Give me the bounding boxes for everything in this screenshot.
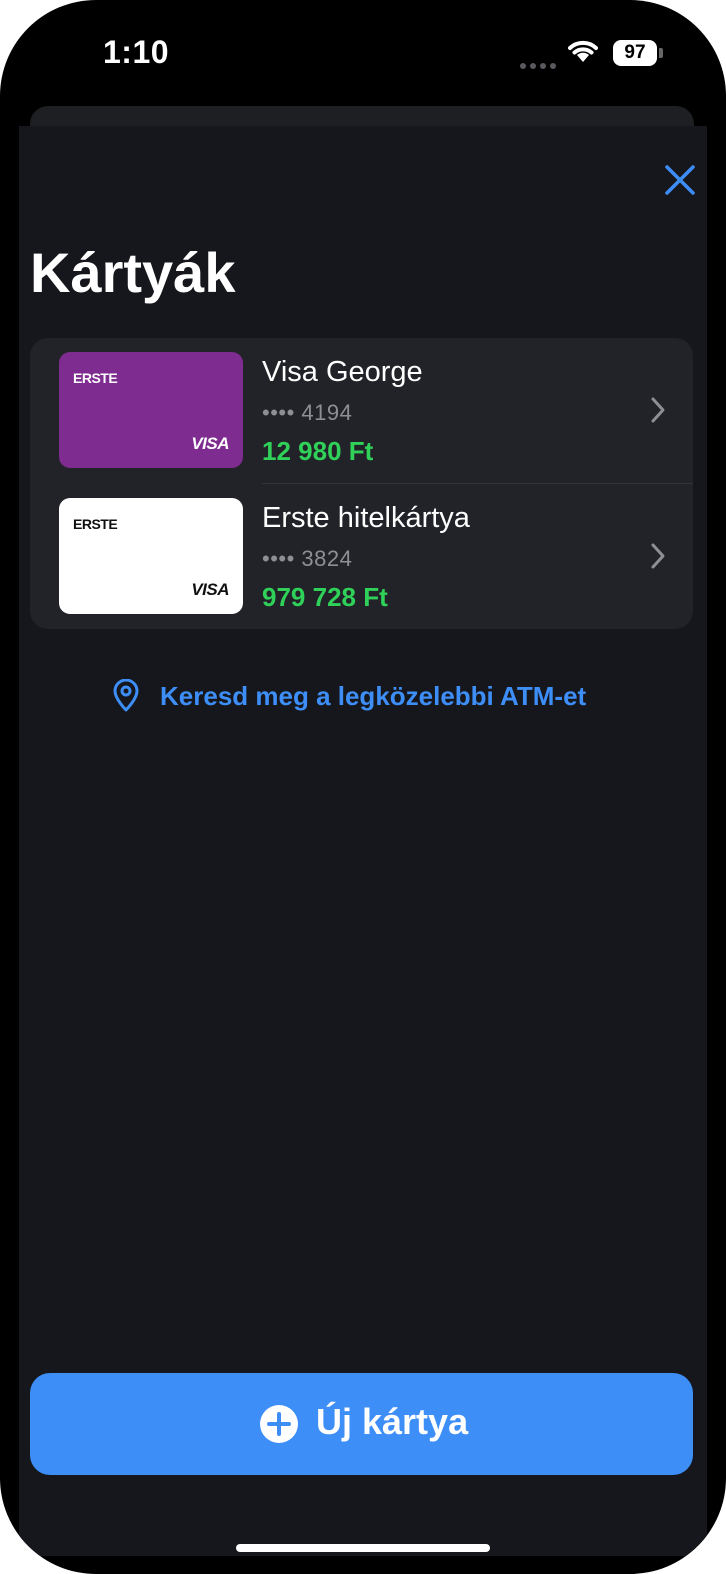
- card-number: •••• 4194: [262, 400, 353, 425]
- card-network-logo: VISA: [191, 580, 229, 599]
- card-name: Erste hitelkártya: [262, 502, 470, 534]
- card-network-logo: VISA: [191, 434, 229, 453]
- phone-frame: 1:10 97 Kártyák ERSTE VISA Visa George •…: [0, 0, 726, 1574]
- card-brand-logo: ERSTE: [73, 516, 118, 532]
- card-row-erste-hitelkartya[interactable]: ERSTE VISA Erste hitelkártya •••• 3824 9…: [30, 484, 693, 629]
- page-title: Kártyák: [30, 241, 236, 304]
- card-balance: 12 980 Ft: [262, 436, 374, 466]
- new-card-label: Új kártya: [316, 1401, 469, 1442]
- location-pin-icon: [113, 679, 139, 712]
- new-card-button[interactable]: Új kártya: [30, 1373, 693, 1475]
- home-indicator[interactable]: [236, 1544, 490, 1552]
- card-balance: 979 728 Ft: [262, 582, 388, 612]
- find-atm-link[interactable]: Keresd meg a legközelebbi ATM-et: [112, 676, 632, 716]
- card-name: Visa George: [262, 356, 423, 388]
- close-icon[interactable]: [662, 162, 698, 198]
- card-brand-logo: ERSTE: [73, 370, 118, 386]
- chevron-right-icon: [651, 543, 665, 569]
- find-atm-label: Keresd meg a legközelebbi ATM-et: [160, 681, 587, 711]
- cellular-signal-icon: [520, 56, 560, 74]
- wifi-icon: [568, 40, 598, 62]
- card-thumbnail: ERSTE VISA: [59, 498, 243, 614]
- status-bar: 1:10 97: [0, 0, 726, 110]
- card-list: ERSTE VISA Visa George •••• 4194 12 980 …: [30, 338, 693, 629]
- card-thumbnail: ERSTE VISA: [59, 352, 243, 468]
- battery-level: 97: [613, 40, 657, 66]
- battery-tip: [659, 48, 663, 58]
- plus-circle-icon: [260, 1405, 298, 1443]
- card-number: •••• 3824: [262, 546, 353, 571]
- card-row-visa-george[interactable]: ERSTE VISA Visa George •••• 4194 12 980 …: [30, 338, 693, 483]
- chevron-right-icon: [651, 397, 665, 423]
- status-time: 1:10: [103, 34, 170, 70]
